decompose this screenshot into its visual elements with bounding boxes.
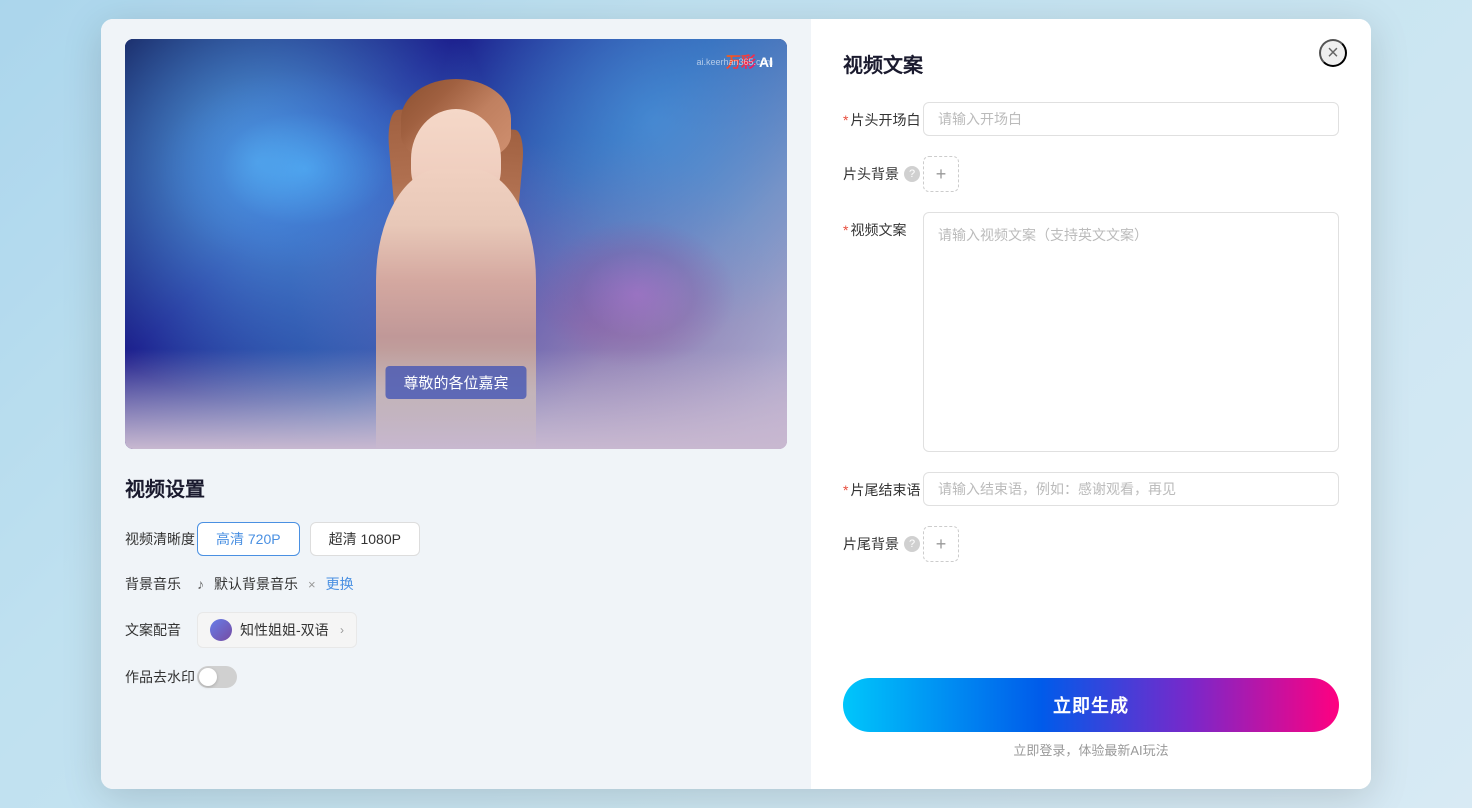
- settings-title: 视频设置: [125, 473, 787, 502]
- footer-bg-add-btn[interactable]: +: [923, 526, 959, 562]
- right-panel: × 视频文案 *片头开场白 片头背景 ? +: [811, 19, 1371, 789]
- voice-label: 文案配音: [125, 620, 197, 640]
- music-label: 背景音乐: [125, 574, 197, 594]
- voice-name: 知性姐姐-双语: [240, 620, 332, 640]
- resolution-row: 视频清晰度 高清 720P 超清 1080P: [125, 522, 787, 556]
- opening-required-star: *: [843, 112, 848, 128]
- content-required-star: *: [843, 222, 848, 238]
- music-delete-btn[interactable]: ×: [308, 577, 316, 592]
- footer-bg-label-text: 片尾背景: [843, 534, 899, 554]
- voice-row: 文案配音 知性姐姐-双语 ›: [125, 612, 787, 648]
- opening-input[interactable]: [923, 102, 1339, 136]
- footer-bg-row: 片尾背景 ? +: [843, 526, 1339, 562]
- generate-button[interactable]: 立即生成: [843, 678, 1339, 732]
- ending-label: *片尾结束语: [843, 472, 923, 500]
- header-bg-add-btn[interactable]: +: [923, 156, 959, 192]
- content-label-text: 视频文案: [850, 222, 906, 238]
- header-bg-label: 片头背景 ?: [843, 156, 923, 184]
- header-bg-help-icon[interactable]: ?: [904, 166, 920, 182]
- generate-section: 立即生成 立即登录，体验最新AI玩法: [843, 678, 1339, 759]
- watermark-toggle[interactable]: [197, 666, 237, 688]
- opening-label-text: 片头开场白: [850, 112, 920, 128]
- voice-avatar: [210, 619, 232, 641]
- ending-row: *片尾结束语: [843, 472, 1339, 506]
- quality-buttons: 高清 720P 超清 1080P: [197, 522, 420, 556]
- content-row: *视频文案: [843, 212, 1339, 452]
- music-control: ♪ 默认背景音乐 × 更换: [197, 574, 354, 594]
- resolution-label: 视频清晰度: [125, 529, 197, 549]
- toggle-knob: [199, 668, 217, 686]
- form-section: *片头开场白 片头背景 ? + *视频: [843, 102, 1339, 658]
- quality-720p[interactable]: 高清 720P: [197, 522, 300, 556]
- generate-hint: 立即登录，体验最新AI玩法: [1013, 740, 1168, 759]
- video-subtitle: 尊敬的各位嘉宾: [385, 366, 526, 399]
- voice-control[interactable]: 知性姐姐-双语 ›: [197, 612, 357, 648]
- ending-required-star: *: [843, 482, 848, 498]
- panel-title: 视频文案: [843, 49, 1339, 78]
- watermark-site: ai.keerhan365.com: [696, 57, 773, 67]
- left-panel: 万彩 AI ai.keerhan365.com 尊敬的各位嘉宾 视频设置 视频清…: [101, 19, 811, 789]
- voice-arrow-icon: ›: [340, 623, 344, 637]
- header-bg-label-text: 片头背景: [843, 164, 899, 184]
- ending-input[interactable]: [923, 472, 1339, 506]
- video-preview: 万彩 AI ai.keerhan365.com 尊敬的各位嘉宾: [125, 39, 787, 449]
- quality-1080p[interactable]: 超清 1080P: [310, 522, 420, 556]
- modal-overlay: 万彩 AI ai.keerhan365.com 尊敬的各位嘉宾 视频设置 视频清…: [0, 0, 1472, 808]
- content-textarea[interactable]: [923, 212, 1339, 452]
- footer-bg-label: 片尾背景 ?: [843, 526, 923, 554]
- music-note-icon: ♪: [197, 576, 204, 592]
- header-bg-field: +: [923, 156, 959, 192]
- opening-row: *片头开场白: [843, 102, 1339, 136]
- opening-label: *片头开场白: [843, 102, 923, 130]
- music-change-btn[interactable]: 更换: [326, 574, 354, 594]
- ending-label-text: 片尾结束语: [850, 482, 920, 498]
- watermark-label: 作品去水印: [125, 667, 197, 687]
- music-name: 默认背景音乐: [214, 574, 298, 594]
- video-bottom-gradient: [125, 349, 787, 449]
- footer-bg-help-icon[interactable]: ?: [904, 536, 920, 552]
- footer-bg-field: +: [923, 526, 959, 562]
- header-bg-row: 片头背景 ? +: [843, 156, 1339, 192]
- watermark-row: 作品去水印: [125, 666, 787, 688]
- modal: 万彩 AI ai.keerhan365.com 尊敬的各位嘉宾 视频设置 视频清…: [101, 19, 1371, 789]
- content-label: *视频文案: [843, 212, 923, 240]
- music-row: 背景音乐 ♪ 默认背景音乐 × 更换: [125, 574, 787, 594]
- video-preview-inner: 万彩 AI ai.keerhan365.com 尊敬的各位嘉宾: [125, 39, 787, 449]
- settings-section: 视频设置 视频清晰度 高清 720P 超清 1080P 背景音乐 ♪ 默认背景音…: [125, 473, 787, 769]
- close-button[interactable]: ×: [1319, 39, 1347, 67]
